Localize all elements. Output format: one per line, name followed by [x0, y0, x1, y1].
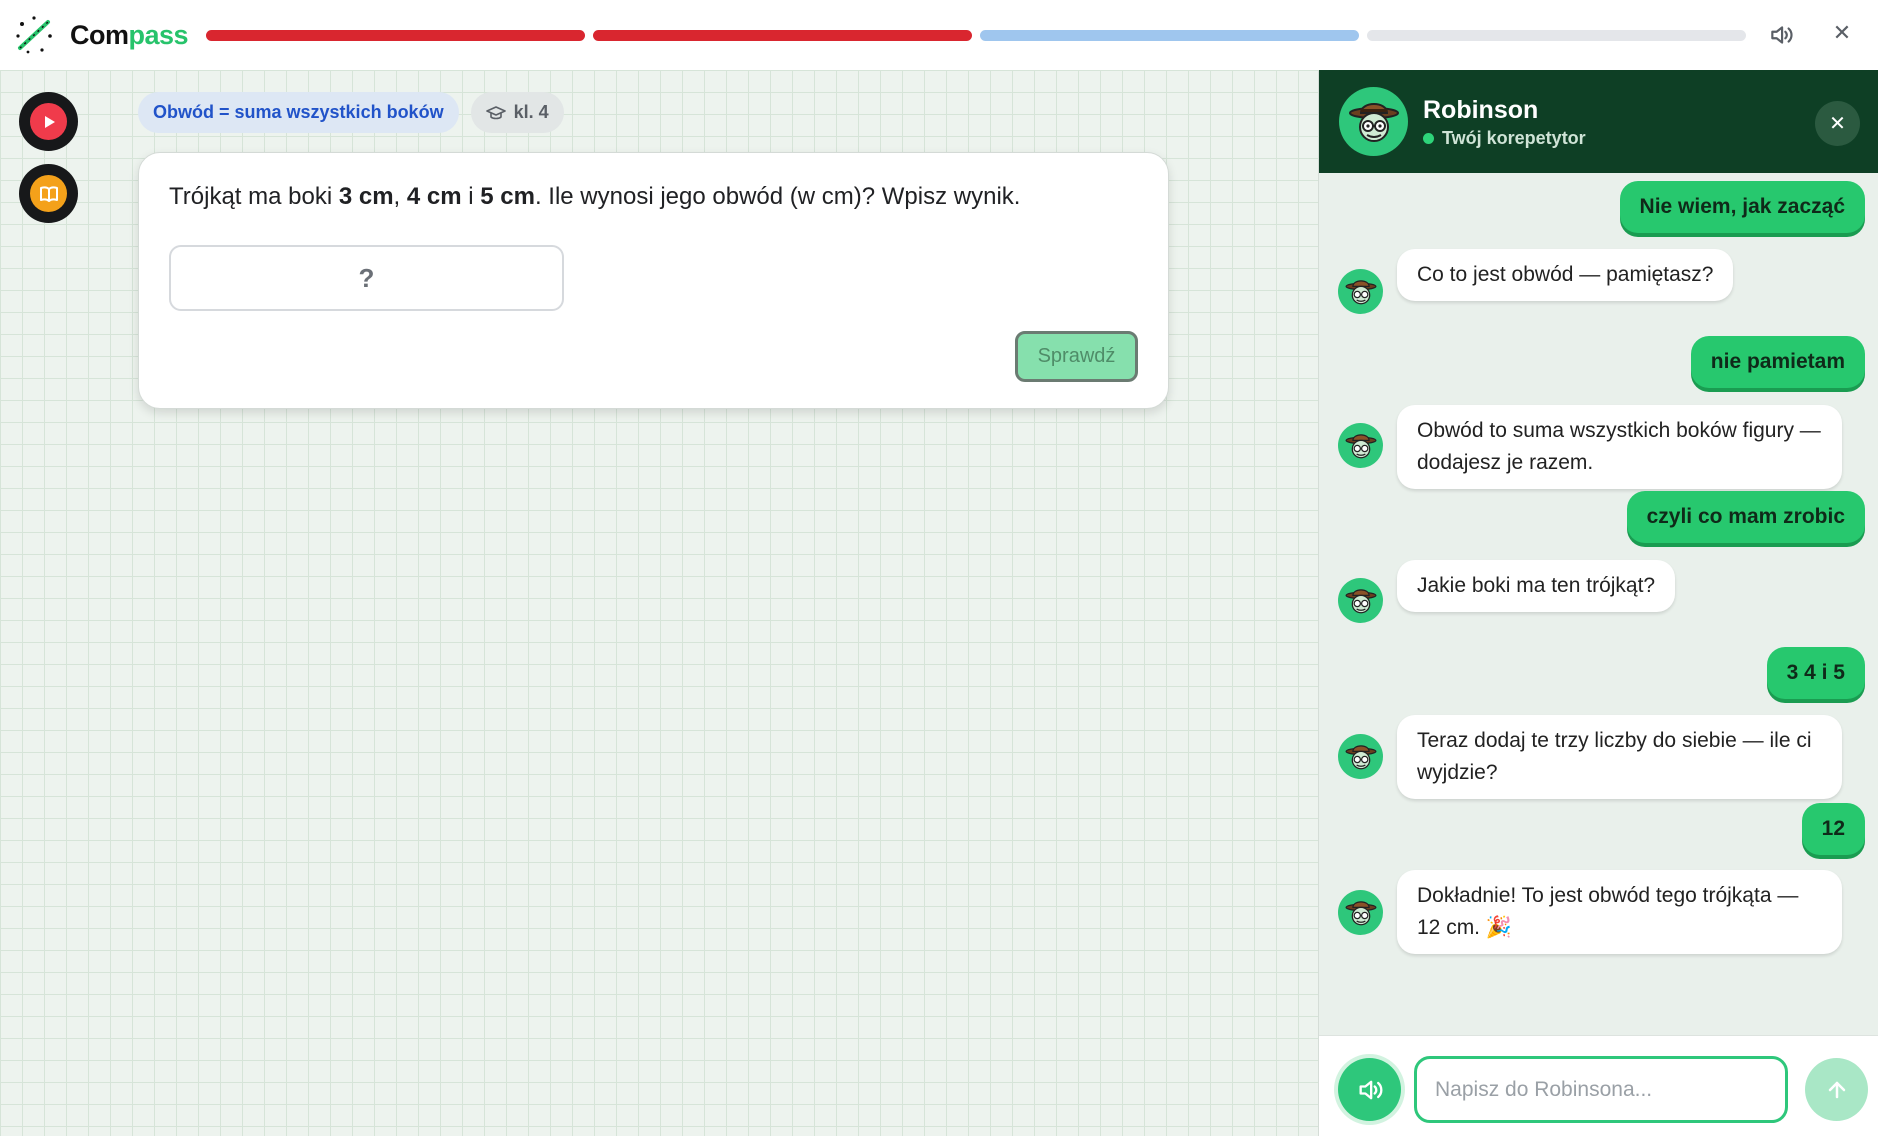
side-a-value: 3 cm	[338, 183, 394, 210]
lesson-progress-bar	[206, 29, 1747, 41]
tutor-name: Robinson	[1423, 96, 1539, 124]
user-message: 3 4 i 5	[1766, 647, 1865, 699]
grade-chip: kl. 4	[470, 92, 564, 133]
explorer-avatar-icon	[1348, 102, 1399, 142]
answer-input[interactable]: ?	[169, 245, 564, 311]
progress-segment	[1367, 29, 1747, 41]
topic-chip: Obwód = suma wszystkich boków	[138, 92, 459, 133]
theory-book-button[interactable]	[19, 164, 78, 223]
answer-placeholder: ?	[358, 262, 375, 293]
tutor-message: Teraz dodaj te trzy liczby do siebie — i…	[1397, 715, 1842, 799]
arrow-up-icon	[1828, 1081, 1845, 1098]
play-button-inner	[30, 103, 67, 140]
close-icon: ✕	[1829, 113, 1846, 135]
logo: Compass	[14, 14, 189, 56]
tutor-status: Twój korepetytor	[1423, 128, 1586, 149]
tutor-message: Obwód to suma wszystkich boków figury — …	[1397, 405, 1842, 489]
explorer-avatar-icon	[1344, 588, 1377, 613]
explorer-avatar-icon	[1344, 900, 1377, 925]
sound-toggle-button[interactable]	[1764, 18, 1798, 52]
compass-logo-icon	[16, 16, 52, 54]
tutor-message-avatar	[1338, 423, 1383, 468]
speaker-icon	[1359, 1080, 1382, 1099]
progress-segment	[206, 29, 586, 41]
tutor-message-avatar	[1338, 734, 1383, 779]
tutor-message: Jakie boki ma ten trójkąt?	[1397, 560, 1676, 612]
user-message: Nie wiem, jak zacząć	[1619, 181, 1865, 233]
online-dot-icon	[1423, 133, 1434, 144]
play-video-button[interactable]	[19, 92, 78, 151]
user-message: czyli co mam zrobic	[1626, 491, 1865, 543]
tutor-message: Dokładnie! To jest obwód tego trójkąta —…	[1397, 870, 1842, 954]
voice-input-button[interactable]	[1338, 1058, 1401, 1121]
chat-composer	[1319, 1035, 1878, 1136]
progress-segment	[593, 29, 973, 41]
book-icon	[39, 185, 58, 202]
question-part: . Ile wynosi jego obwód (w cm)? Wpisz wy…	[534, 183, 1021, 210]
speaker-icon	[1771, 26, 1793, 44]
tutor-message-avatar	[1338, 269, 1383, 314]
explorer-avatar-icon	[1344, 744, 1377, 769]
tutor-message: Co to jest obwód — pamiętasz?	[1397, 249, 1734, 301]
chat-message-input[interactable]	[1414, 1056, 1788, 1123]
close-chat-button[interactable]: ✕	[1815, 101, 1860, 146]
play-icon	[44, 115, 55, 128]
check-answer-button[interactable]: Sprawdź	[1015, 331, 1138, 382]
user-message: 12	[1801, 803, 1865, 855]
close-icon: ✕	[1832, 20, 1852, 45]
explorer-avatar-icon	[1344, 279, 1377, 304]
question-part: ,	[393, 183, 407, 210]
side-b-value: 4 cm	[406, 183, 462, 210]
task-workspace: Obwód = suma wszystkich boków kl. 4 Trój…	[0, 70, 1318, 1136]
chat-messages: Nie wiem, jak zacząć Co to jest obwód — …	[1319, 173, 1878, 1035]
tutor-message-avatar	[1338, 890, 1383, 935]
task-card: Trójkąt ma boki 3 cm, 4 cm i 5 cm. Ile w…	[138, 152, 1169, 409]
chat-header: Robinson Twój korepetytor ✕	[1319, 70, 1878, 173]
close-lesson-button[interactable]: ✕	[1825, 16, 1859, 50]
question-text: Trójkąt ma boki 3 cm, 4 cm i 5 cm. Ile w…	[169, 183, 1020, 211]
book-button-inner	[30, 175, 67, 212]
explorer-avatar-icon	[1344, 433, 1377, 458]
grade-label: kl. 4	[513, 102, 549, 122]
task-tags: Obwód = suma wszystkich boków kl. 4	[138, 92, 564, 133]
tutor-role: Twój korepetytor	[1442, 128, 1586, 148]
top-bar: Compass ✕	[0, 0, 1878, 70]
progress-segment	[980, 29, 1360, 41]
question-part: i	[461, 183, 481, 210]
side-c-value: 5 cm	[480, 183, 535, 210]
logo-text: Compass	[70, 19, 189, 50]
tutor-message-avatar	[1338, 578, 1383, 623]
tutor-chat-panel: Robinson Twój korepetytor ✕ Nie wiem, ja…	[1318, 70, 1878, 1136]
send-message-button[interactable]	[1805, 1058, 1868, 1121]
question-part: Trójkąt ma boki	[169, 183, 339, 210]
tutor-avatar	[1339, 87, 1408, 156]
graduation-cap-icon	[485, 105, 506, 119]
user-message: nie pamietam	[1690, 336, 1865, 388]
